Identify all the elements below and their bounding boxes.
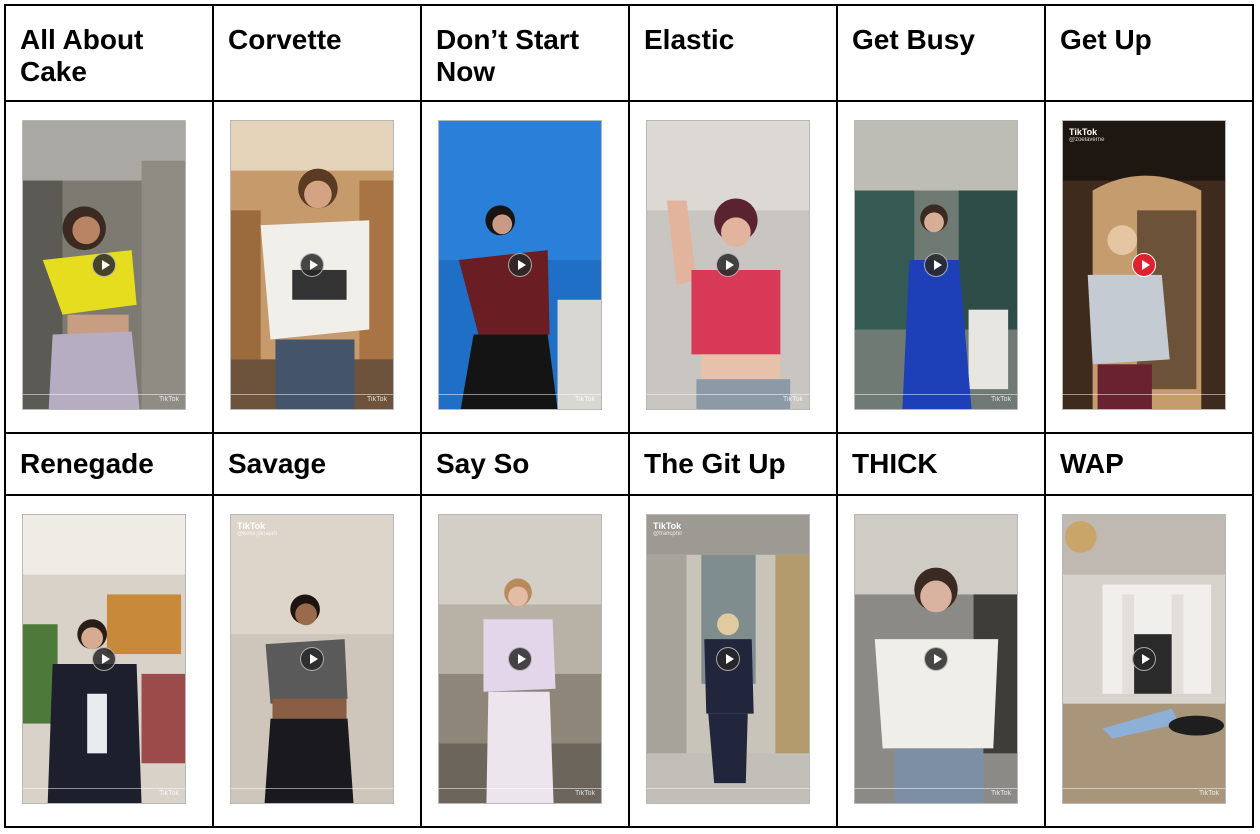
video-thumbnail[interactable]: TikTok [646, 120, 810, 410]
column-divider [212, 6, 214, 826]
progress-line [439, 394, 601, 395]
row-divider [6, 432, 1252, 434]
cell-title: Say So [436, 448, 530, 479]
row-divider [6, 494, 1252, 496]
column-divider [628, 6, 630, 826]
play-icon[interactable] [924, 253, 948, 277]
cell-title: All About Cake [20, 24, 144, 87]
video-thumbnail[interactable]: TikTok [22, 120, 186, 410]
video-thumbnail[interactable]: TikTok [22, 514, 186, 804]
video-thumbnail[interactable]: TikTok @zoelaverne [1062, 120, 1226, 410]
progress-line [1063, 394, 1225, 395]
cell-title: Get Up [1060, 24, 1152, 55]
progress-line [439, 788, 601, 789]
watermark: TikTok [159, 790, 179, 797]
tiktok-watermark: TikTok @francphil [653, 521, 682, 537]
progress-line [647, 394, 809, 395]
video-thumbnail[interactable]: TikTok [1062, 514, 1226, 804]
progress-line [1063, 788, 1225, 789]
watermark: TikTok [575, 396, 595, 403]
play-icon[interactable] [92, 253, 116, 277]
progress-line [23, 788, 185, 789]
cell-title: Don’t Start Now [436, 24, 580, 87]
cell-title: Elastic [644, 24, 735, 55]
play-icon[interactable] [508, 647, 532, 671]
progress-line [855, 394, 1017, 395]
progress-line [855, 788, 1017, 789]
row-divider [6, 100, 1252, 102]
video-thumbnail[interactable]: TikTok [438, 514, 602, 804]
play-icon[interactable] [716, 647, 740, 671]
play-icon[interactable] [1132, 253, 1156, 277]
dance-video-table: All About Cake Corvette Don’t Start Now … [4, 4, 1254, 828]
column-divider [1044, 6, 1046, 826]
play-icon[interactable] [716, 253, 740, 277]
video-thumbnail[interactable]: TikTok [854, 120, 1018, 410]
watermark: TikTok [575, 790, 595, 797]
watermark: TikTok [1199, 790, 1219, 797]
column-divider [420, 6, 422, 826]
cell-title: THICK [852, 448, 938, 479]
play-icon[interactable] [300, 647, 324, 671]
tiktok-watermark: TikTok @keke.janajah [237, 521, 277, 537]
video-thumbnail[interactable]: TikTok [438, 120, 602, 410]
watermark: TikTok [367, 396, 387, 403]
progress-line [647, 788, 809, 789]
progress-line [231, 394, 393, 395]
watermark: TikTok [783, 396, 803, 403]
play-icon[interactable] [300, 253, 324, 277]
column-divider [836, 6, 838, 826]
progress-line [231, 788, 393, 789]
cell-title: The Git Up [644, 448, 786, 479]
play-icon[interactable] [924, 647, 948, 671]
play-icon[interactable] [92, 647, 116, 671]
video-thumbnail[interactable]: TikTok @francphil [646, 514, 810, 804]
play-icon[interactable] [1132, 647, 1156, 671]
video-thumbnail[interactable]: TikTok @keke.janajah [230, 514, 394, 804]
cell-title: Get Busy [852, 24, 975, 55]
tiktok-watermark: TikTok @zoelaverne [1069, 127, 1105, 143]
progress-line [23, 394, 185, 395]
watermark: TikTok [991, 396, 1011, 403]
cell-title: WAP [1060, 448, 1124, 479]
video-thumbnail[interactable]: TikTok [854, 514, 1018, 804]
cell-title: Savage [228, 448, 327, 479]
cell-title: Renegade [20, 448, 154, 479]
play-icon[interactable] [508, 253, 532, 277]
watermark: TikTok [159, 396, 179, 403]
cell-title: Corvette [228, 24, 342, 55]
watermark: TikTok [991, 790, 1011, 797]
video-thumbnail[interactable]: TikTok [230, 120, 394, 410]
